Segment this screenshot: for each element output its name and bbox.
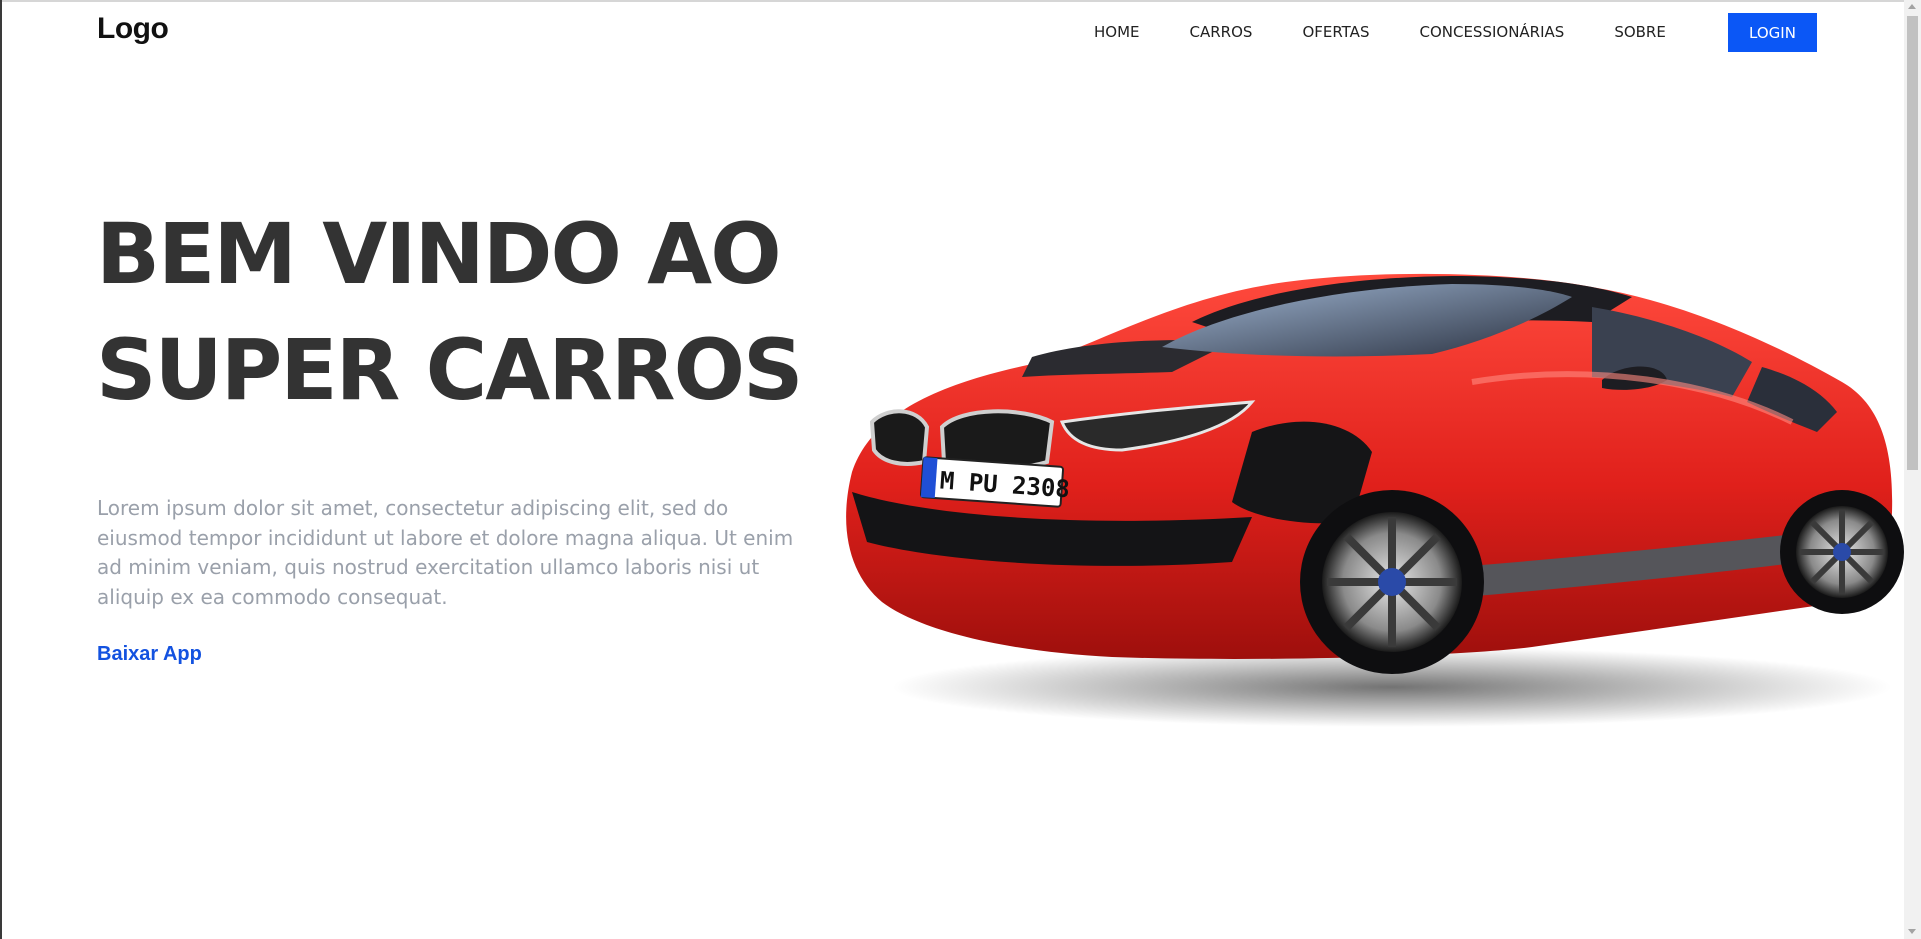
rear-wheel: [1780, 490, 1904, 614]
nav-sobre[interactable]: SOBRE: [1614, 23, 1666, 41]
hero-description: Lorem ipsum dolor sit amet, consectetur …: [97, 496, 794, 609]
hero-title: BEM VINDO AO SUPER CARROS: [96, 196, 856, 428]
nav-carros[interactable]: CARROS: [1190, 23, 1253, 41]
scrollbar-thumb[interactable]: [1907, 16, 1918, 470]
logo[interactable]: Logo: [97, 12, 169, 46]
hero-title-line2: SUPER CARROS: [96, 321, 804, 419]
nav-concessionarias[interactable]: CONCESSIONÁRIAS: [1419, 23, 1564, 41]
scroll-down-arrow-icon[interactable]: [1908, 929, 1916, 934]
login-button[interactable]: LOGIN: [1728, 13, 1817, 52]
scroll-up-arrow-icon[interactable]: [1908, 4, 1916, 9]
download-app-link[interactable]: Baixar App: [97, 643, 202, 666]
nav-home[interactable]: HOME: [1094, 23, 1140, 41]
hero-title-line1: BEM VINDO AO: [96, 205, 782, 303]
car-illustration: M PU 2308: [846, 273, 1904, 727]
nav-ofertas[interactable]: OFERTAS: [1302, 23, 1369, 41]
car-image: M PU 2308: [832, 262, 1904, 732]
vertical-scrollbar[interactable]: [1904, 0, 1921, 939]
license-plate-eu-band: [920, 457, 938, 499]
main-nav: HOME CARROS OFERTAS CONCESSIONÁRIAS SOBR…: [1094, 12, 1716, 52]
site-header: Logo HOME CARROS OFERTAS CONCESSIONÁRIAS…: [0, 0, 1904, 62]
window-left-border: [0, 0, 2, 939]
car-grille-left: [869, 409, 930, 466]
front-wheel: [1300, 490, 1484, 674]
